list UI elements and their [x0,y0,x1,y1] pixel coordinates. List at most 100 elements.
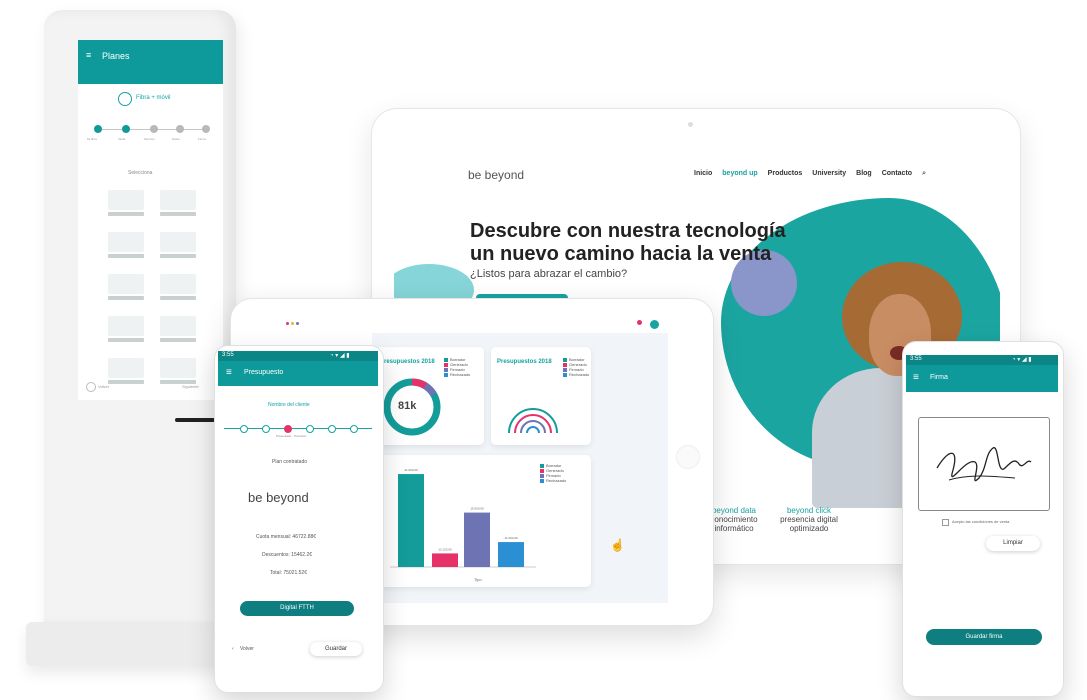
status-icons: ◔ ▾ ◢ ▮ [330,353,350,359]
menu-icon[interactable]: ≡ [226,367,232,378]
status-icons: ◔ ▾ ◢ ▮ [1012,357,1032,363]
nav-link[interactable]: University [812,170,846,178]
donut-card: Presupuestos 2018 81k Borrador Generado … [376,347,484,445]
operator-card[interactable] [108,316,144,336]
phone-budget [214,345,384,693]
tablet-home-button[interactable] [676,445,700,469]
operator-card[interactable] [108,232,144,252]
website-nav: Inicio beyond up Productos University Bl… [694,170,926,178]
menu-icon[interactable]: ≡ [86,50,91,60]
kiosk-app-title: Planes [102,51,130,61]
signature-pad[interactable] [918,417,1050,511]
kiosk-step-label: Mi fibra [87,137,97,141]
kiosk-step-dot[interactable] [122,125,130,133]
kiosk-step-dot[interactable] [176,125,184,133]
window-dots [286,322,299,325]
button-label: Digital FTTH [280,605,314,611]
client-name: Nombre del cliente [268,402,310,408]
legend-item: Rechazado [563,372,589,377]
operator-card-bar [160,212,196,216]
feature-text: optimizado [789,524,829,533]
donut-value: 81k [398,400,417,412]
tablet-camera [688,122,693,127]
status-bar: 3:55 ◔ ▾ ◢ ▮ [906,355,1058,365]
kiosk-base [26,622,226,666]
kiosk-screen: ≡ Planes Fibra + móvil Mi fibra Tarifa S… [78,40,223,400]
website-brand-logo[interactable]: be beyond [468,168,524,182]
info-icon [118,92,132,106]
operator-card[interactable] [108,358,144,378]
bar-generado[interactable] [432,553,458,567]
user-avatar[interactable] [650,320,659,329]
kiosk-card-slot [175,418,215,422]
legend: Borrador Generado Firmado Rechazado [540,463,566,483]
legend: Borrador Generado Firmado Rechazado [444,357,470,377]
progress-step[interactable] [262,425,270,433]
kiosk-step-dot[interactable] [94,125,102,133]
descuentos-line: Descuentos: 15462.2€ [262,552,313,558]
bar-data-label: 12.123,00 [438,547,452,551]
nav-link-active[interactable]: beyond up [722,170,757,178]
nav-link[interactable]: Inicio [694,170,712,178]
kiosk-step-label: Firma [198,137,206,141]
signature-stroke [936,447,1032,481]
hero-headline-line: un nuevo camino hacia la venta [470,243,772,265]
app-title: Firma [930,374,948,381]
cuota-line: Cuota mensual: 46722.88€ [256,534,317,540]
bar-chart-card: 41.000,00 12.123,00 15.000,00 11.000,00 Bor… [376,455,591,587]
status-time: 3:55 [222,352,234,358]
digital-ftth-button[interactable]: Digital FTTH [240,601,354,616]
status-bar: 3:55 ◔ ▾ ◢ ▮ [218,351,378,361]
operator-card[interactable] [160,190,196,210]
bar-firmado[interactable] [464,512,490,567]
dashboard-screen: Presupuestos 2018 81k Borrador Generado … [372,333,668,603]
kiosk-step-dot[interactable] [202,125,210,133]
operator-card-bar [108,212,144,216]
kiosk-next-link[interactable]: Siguiente [182,384,199,389]
operator-card[interactable] [160,274,196,294]
feature-beyond-click: beyond click presencia digital optimizad… [764,506,854,533]
progress-step[interactable] [306,425,314,433]
bar-data-label: 11.000,00 [504,536,517,540]
operator-card[interactable] [160,316,196,336]
app-bar: ≡ Firma [906,365,1058,392]
operator-card-bar [108,254,144,258]
accept-checkbox[interactable] [942,519,949,526]
operator-card-bar [108,338,144,342]
bar-rechazado[interactable] [498,542,524,567]
back-link[interactable]: Volver [240,646,254,652]
nav-link[interactable]: Productos [768,170,803,178]
notification-icon[interactable] [637,320,642,325]
nav-link[interactable]: Contacto [882,170,912,178]
search-icon[interactable]: ⌕ [922,170,926,178]
progress-step-current[interactable] [284,425,292,433]
save-signature-button[interactable]: Guardar firma [926,629,1042,645]
gauge-chart [508,408,558,434]
operator-card-bar [160,296,196,300]
plan-label: Plan contratado [272,459,308,465]
cursor-hand-icon: ☝ [610,538,625,552]
operator-card[interactable] [160,232,196,252]
kiosk-back-link[interactable]: Volver [98,384,109,389]
legend: Borrador Generado Firmado Rechazado [563,357,589,377]
menu-icon[interactable]: ≡ [913,372,919,383]
legend-item: Rechazado [540,478,566,483]
operator-card-bar [108,380,144,384]
operator-card[interactable] [160,358,196,378]
chevron-left-icon[interactable]: ‹ [232,646,234,652]
button-label: Limpiar [1003,540,1023,546]
operator-card[interactable] [108,274,144,294]
kiosk-step-dot[interactable] [150,125,158,133]
progress-step[interactable] [240,425,248,433]
operator-card[interactable] [108,190,144,210]
nav-link[interactable]: Blog [856,170,872,178]
bar-borrador[interactable] [398,474,424,567]
progress-step[interactable] [350,425,358,433]
save-button[interactable]: Guardar [310,642,362,656]
back-circle-icon[interactable] [86,382,96,392]
total-line: Total: 75021.52€ [270,570,307,576]
card-title: Presupuestos 2018 [380,359,435,365]
clear-button[interactable]: Limpiar [986,536,1040,551]
kiosk-step-label: Datos [172,137,180,141]
progress-step[interactable] [328,425,336,433]
